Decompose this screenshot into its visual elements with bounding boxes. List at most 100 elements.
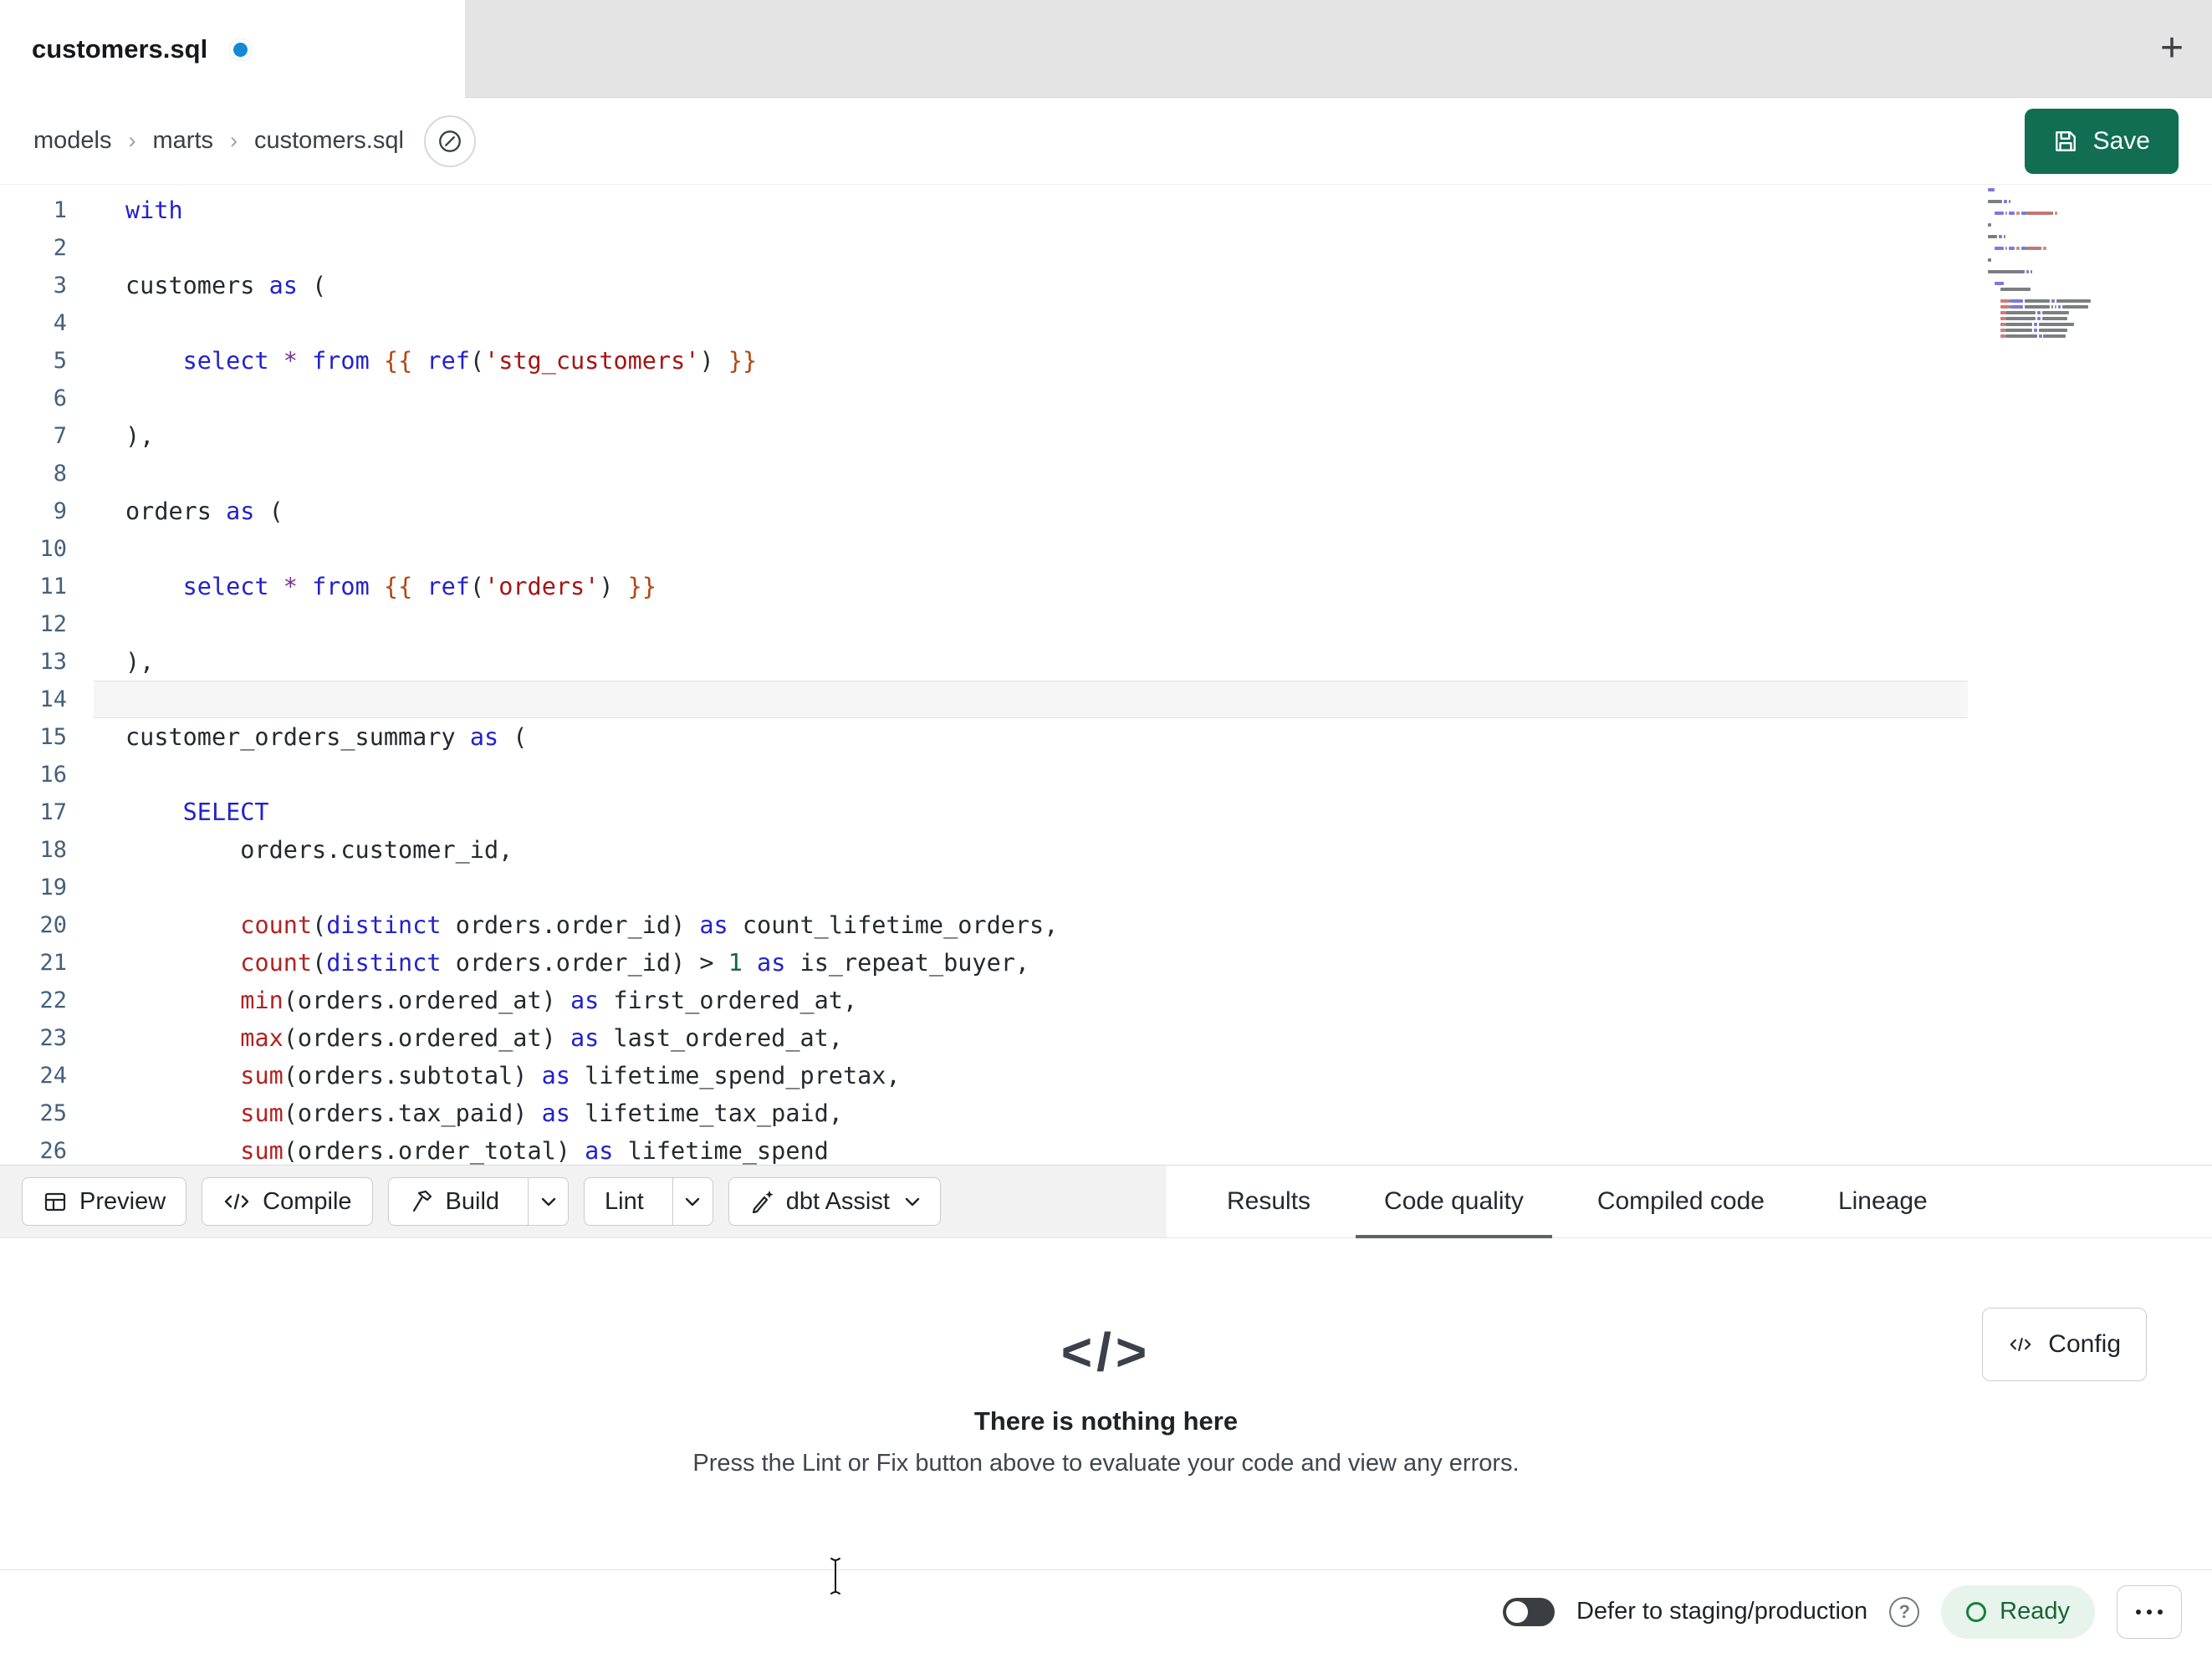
code-text: sum(orders.subtotal) as lifetime_spend_p… <box>240 1062 901 1089</box>
line-number: 25 <box>39 1100 67 1126</box>
save-label: Save <box>2092 126 2150 155</box>
compile-button[interactable]: Compile <box>202 1177 373 1226</box>
empty-state: </> There is nothing here Press the Lint… <box>0 1239 2212 1477</box>
panel-tab-compiled-code[interactable]: Compiled code <box>1561 1166 1801 1237</box>
dbt-assist-icon <box>749 1189 774 1214</box>
line-number: 5 <box>53 348 67 374</box>
code-line-7[interactable]: 7), <box>0 417 2212 455</box>
new-tab-button[interactable]: + <box>2160 28 2184 69</box>
code-line-11[interactable]: 11 select * from {{ ref('orders') }} <box>0 568 2212 605</box>
lint-dropdown-button[interactable] <box>672 1178 713 1225</box>
panel-tab-results[interactable]: Results <box>1190 1166 1347 1237</box>
breadcrumb-item-marts[interactable]: marts <box>153 127 214 155</box>
build-main-button[interactable]: Build <box>389 1178 517 1225</box>
save-button[interactable]: Save <box>2024 108 2179 174</box>
code-line-15[interactable]: 15 customer_orders_summary as ( <box>0 718 2212 756</box>
breadcrumb-item-customers-sql[interactable]: customers.sql <box>254 127 404 155</box>
code-line-20[interactable]: 20 count(distinct orders.order_id) as co… <box>0 906 2212 944</box>
code-text: max(orders.ordered_at) as last_ordered_a… <box>240 1024 843 1052</box>
build-dropdown-button[interactable] <box>528 1178 568 1225</box>
code-line-22[interactable]: 22 min(orders.ordered_at) as first_order… <box>0 982 2212 1019</box>
compile-label: Compile <box>263 1187 352 1215</box>
defer-toggle[interactable] <box>1502 1597 1555 1626</box>
breadcrumb-item-models[interactable]: models <box>33 127 112 155</box>
code-text: select * from {{ ref('orders') }} <box>182 573 656 600</box>
line-number: 4 <box>53 310 67 336</box>
dbt-assist-dropdown <box>905 1197 920 1207</box>
table-icon <box>43 1189 68 1214</box>
line-number: 15 <box>39 724 67 750</box>
line-number: 3 <box>53 273 67 298</box>
unsaved-indicator-dot <box>229 38 253 61</box>
lint-button: Lint <box>584 1177 713 1226</box>
code-line-12[interactable]: 12 <box>0 605 2212 643</box>
breadcrumb: models › marts › customers.sql <box>33 127 404 155</box>
code-text: customer_orders_summary as ( <box>125 723 528 751</box>
line-number: 21 <box>39 950 67 976</box>
ready-status-badge[interactable]: Ready <box>1941 1584 2095 1639</box>
empty-state-subtitle: Press the Lint or Fix button above to ev… <box>692 1450 1520 1477</box>
code-text: orders.customer_id, <box>125 836 513 864</box>
code-line-1[interactable]: 1 with <box>0 191 2212 229</box>
panel-tabs: Results Code quality Compiled code Lineage <box>1167 1166 2212 1238</box>
code-lines: 1 with 2 3 customers as ( 4 5 select * from {{… <box>0 191 2212 1165</box>
ellipsis-icon <box>2136 1609 2141 1615</box>
code-text: ), <box>125 648 155 676</box>
code-line-16[interactable]: 16 <box>0 756 2212 793</box>
line-number: 2 <box>53 235 67 261</box>
line-number: 8 <box>53 461 67 487</box>
line-number: 20 <box>39 912 67 938</box>
ready-status-icon <box>1966 1601 1987 1622</box>
code-line-6[interactable]: 6 <box>0 380 2212 417</box>
chevron-down-icon <box>686 1197 700 1206</box>
code-line-21[interactable]: 21 count(distinct orders.order_id) > 1 a… <box>0 944 2212 982</box>
dbt-assist-button[interactable]: dbt Assist <box>728 1177 941 1226</box>
code-line-8[interactable]: 8 <box>0 455 2212 492</box>
code-line-10[interactable]: 10 <box>0 530 2212 568</box>
code-line-2[interactable]: 2 <box>0 229 2212 267</box>
code-line-3[interactable]: 3 customers as ( <box>0 267 2212 304</box>
chevron-down-icon <box>541 1197 555 1206</box>
dbt-assist-label: dbt Assist <box>785 1187 890 1215</box>
more-options-button[interactable] <box>2117 1584 2182 1639</box>
breadcrumb-separator: › <box>128 128 136 153</box>
code-line-26[interactable]: 26 sum(orders.order_total) as lifetime_s… <box>0 1132 2212 1165</box>
code-line-17[interactable]: 17 SELECT <box>0 793 2212 831</box>
empty-state-icon: </> <box>1060 1322 1152 1382</box>
format-button[interactable] <box>423 115 476 167</box>
line-number: 19 <box>39 875 67 900</box>
code-line-19[interactable]: 19 <box>0 869 2212 906</box>
code-line-9[interactable]: 9 orders as ( <box>0 492 2212 530</box>
code-text: SELECT <box>182 798 269 826</box>
code-line-25[interactable]: 25 sum(orders.tax_paid) as lifetime_tax_… <box>0 1094 2212 1132</box>
panel-tab-lineage[interactable]: Lineage <box>1801 1166 1964 1237</box>
action-bar: Preview Compile Build Lint dbt Assist Re… <box>0 1165 2212 1238</box>
panel-tab-code-quality[interactable]: Code quality <box>1347 1166 1561 1238</box>
preview-label: Preview <box>79 1187 166 1215</box>
code-line-13[interactable]: 13), <box>0 643 2212 681</box>
line-number: 7 <box>53 423 67 449</box>
toggle-knob <box>1505 1600 1528 1623</box>
code-line-18[interactable]: 18 orders.customer_id, <box>0 831 2212 869</box>
minimap[interactable] <box>1988 188 2120 340</box>
help-icon[interactable]: ? <box>1889 1596 1920 1627</box>
code-text: count(distinct orders.order_id) as count… <box>240 911 1059 939</box>
code-line-24[interactable]: 24 sum(orders.subtotal) as lifetime_spen… <box>0 1057 2212 1094</box>
build-button: Build <box>387 1177 570 1226</box>
file-tab[interactable]: customers.sql <box>0 0 465 99</box>
lint-main-button[interactable]: Lint <box>585 1178 661 1225</box>
results-panel: Config </> There is nothing here Press t… <box>0 1239 2212 1569</box>
code-line-14[interactable]: 14 <box>0 681 2212 718</box>
line-number: 26 <box>39 1138 67 1164</box>
preview-button[interactable]: Preview <box>22 1177 187 1226</box>
code-editor[interactable]: 1 with 2 3 customers as ( 4 5 select * from {{… <box>0 185 2212 1165</box>
code-line-4[interactable]: 4 <box>0 304 2212 342</box>
code-line-23[interactable]: 23 max(orders.ordered_at) as last_ordere… <box>0 1019 2212 1057</box>
code-line-5[interactable]: 5 select * from {{ ref('stg_customers') … <box>0 342 2212 380</box>
format-icon <box>437 128 463 155</box>
hammer-icon <box>409 1189 434 1214</box>
